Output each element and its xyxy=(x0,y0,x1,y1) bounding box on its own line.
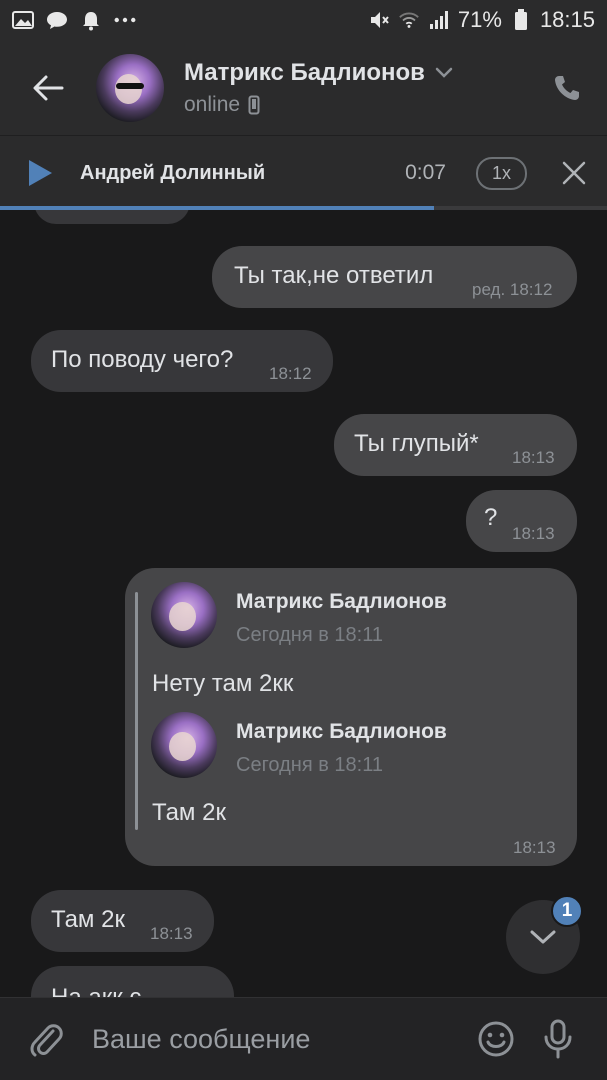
message-bubble-out[interactable]: Ты так,не ответил ред. 18:12 xyxy=(212,246,577,308)
forwarded-date: Сегодня в 18:11 xyxy=(236,624,383,646)
call-button[interactable] xyxy=(527,40,607,135)
message-time: 18:12 xyxy=(269,364,312,383)
chevron-down-icon xyxy=(435,67,453,78)
close-player-button[interactable] xyxy=(541,136,607,211)
emoji-button[interactable] xyxy=(465,998,527,1080)
forwarded-author[interactable]: Матрикс Бадлионов xyxy=(236,720,447,744)
attach-button[interactable] xyxy=(0,998,92,1080)
play-icon xyxy=(29,160,52,186)
battery-percent: 71% xyxy=(457,7,502,32)
forwarded-author[interactable]: Матрикс Бадлионов xyxy=(236,590,447,614)
message-input[interactable]: Ваше сообщение xyxy=(92,1024,465,1055)
message-text: На акк с xyxy=(51,984,141,997)
signal-icon xyxy=(428,9,450,31)
player-track-title[interactable]: Андрей Долинный xyxy=(80,162,405,185)
message-notification-icon xyxy=(46,9,68,31)
unread-badge: 1 xyxy=(551,895,583,927)
message-bubble-hidden[interactable] xyxy=(34,210,190,224)
avatar[interactable] xyxy=(151,582,217,648)
player-time: 0:07 xyxy=(405,161,446,184)
message-text: По поводу чего? xyxy=(51,346,234,373)
arrow-left-icon xyxy=(33,75,64,100)
message-composer: Ваше сообщение xyxy=(0,997,607,1080)
status-bar: 71% 18:15 xyxy=(0,0,607,40)
clock: 18:15 xyxy=(539,7,595,32)
message-time: 18:13 xyxy=(513,838,556,857)
voice-record-button[interactable] xyxy=(527,998,589,1080)
gallery-icon xyxy=(12,9,34,31)
message-text: Ты глупый* xyxy=(354,430,479,457)
forwarded-messages-bubble[interactable]: Матрикс Бадлионов Сегодня в 18:11 Нету т… xyxy=(125,568,577,866)
message-time: ред. 18:12 xyxy=(472,280,553,299)
avatar[interactable] xyxy=(151,712,217,778)
smile-icon xyxy=(478,1021,514,1057)
message-feed[interactable]: Ты так,не ответил ред. 18:12 По поводу ч… xyxy=(0,210,607,997)
alarm-icon xyxy=(80,9,102,31)
battery-icon xyxy=(510,9,532,31)
back-button[interactable] xyxy=(0,40,96,135)
more-notifications-icon xyxy=(114,9,136,31)
message-time: 18:13 xyxy=(150,924,193,943)
message-text: Ты так,не ответил xyxy=(234,262,434,289)
forward-quote-bar xyxy=(135,592,138,830)
message-time: 18:13 xyxy=(512,524,555,543)
forwarded-text: Там 2к xyxy=(152,799,226,826)
play-button[interactable] xyxy=(0,136,80,211)
paperclip-icon xyxy=(30,1024,63,1057)
message-bubble-in[interactable]: На акк с xyxy=(31,966,234,997)
chat-header: Матрикс Бадлионов online xyxy=(0,40,607,135)
message-text: Там 2к xyxy=(51,906,125,933)
message-bubble-out[interactable]: Ты глупый* 18:13 xyxy=(334,414,577,476)
phone-icon xyxy=(555,75,579,100)
message-bubble-in[interactable]: Там 2к 18:13 xyxy=(31,890,214,952)
mute-icon xyxy=(368,9,390,31)
avatar[interactable] xyxy=(96,53,164,122)
forwarded-date: Сегодня в 18:11 xyxy=(236,754,383,776)
forwarded-text: Нету там 2кк xyxy=(152,670,294,697)
microphone-icon xyxy=(544,1019,572,1059)
message-bubble-out[interactable]: ? 18:13 xyxy=(466,490,577,552)
chevron-down-icon xyxy=(530,930,556,944)
chat-title[interactable]: Матрикс Бадлионов online xyxy=(184,59,527,117)
mobile-icon xyxy=(248,95,260,114)
audio-player: Андрей Долинный 0:07 1x xyxy=(0,135,607,210)
contact-name: Матрикс Бадлионов xyxy=(184,58,425,86)
message-time: 18:13 xyxy=(512,448,555,467)
close-icon xyxy=(562,161,586,185)
wifi-icon xyxy=(398,9,420,31)
message-text: ? xyxy=(484,504,498,531)
playback-speed-button[interactable]: 1x xyxy=(475,156,527,190)
online-status: online xyxy=(184,92,241,116)
message-bubble-in[interactable]: По поводу чего? 18:12 xyxy=(31,330,333,392)
